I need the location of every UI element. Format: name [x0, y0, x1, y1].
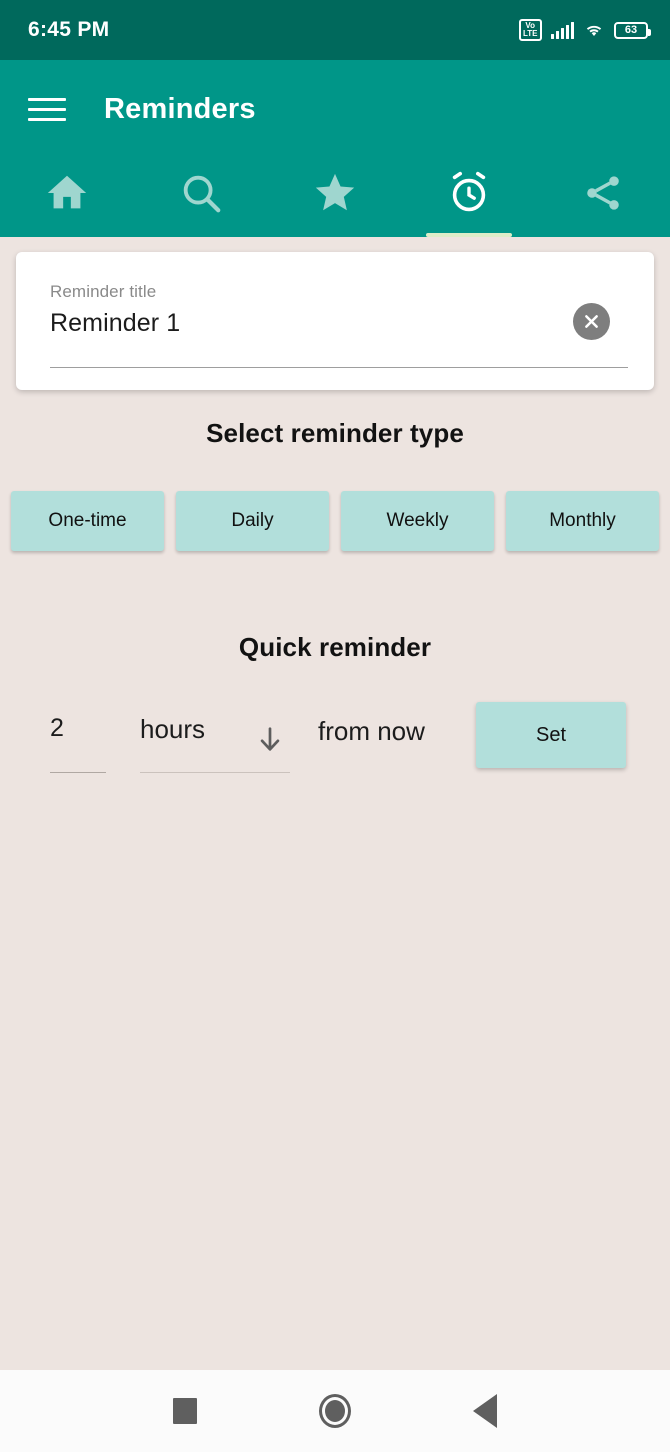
status-bar: 6:45 PM Vo LTE 63	[0, 0, 670, 60]
page-title: Reminders	[104, 92, 256, 125]
nav-back-button[interactable]	[410, 1370, 560, 1452]
close-circle-icon[interactable]	[573, 303, 610, 340]
nav-home-button[interactable]	[260, 1370, 410, 1452]
search-icon	[183, 175, 221, 213]
app-bar-top-row: Reminders	[0, 60, 670, 158]
quick-reminder-row: 2 hours from now Set	[0, 700, 670, 790]
reminder-title-input[interactable]: Reminder 1	[50, 309, 634, 338]
wifi-icon	[586, 25, 602, 36]
home-icon	[47, 175, 87, 209]
battery-level: 63	[624, 23, 638, 36]
tab-indicator	[426, 233, 512, 237]
quick-quantity-value[interactable]: 2	[50, 714, 110, 743]
triangle-back-icon	[473, 1394, 497, 1428]
quick-suffix-label: from now	[318, 716, 425, 746]
reminder-type-weekly[interactable]: Weekly	[341, 491, 494, 551]
reminder-type-monthly[interactable]: Monthly	[506, 491, 659, 551]
tab-share[interactable]	[536, 158, 670, 237]
tab-search[interactable]	[134, 158, 268, 237]
reminder-title-card-body: Reminder title Reminder 1	[16, 252, 654, 390]
reminder-title-underline	[50, 367, 628, 368]
signal-icon	[550, 21, 574, 39]
android-nav-bar	[0, 1370, 670, 1452]
square-recents-icon	[173, 1398, 197, 1424]
reminder-title-label: Reminder title	[50, 282, 157, 301]
quick-quantity-underline	[50, 772, 106, 773]
alarm-clock-icon	[452, 171, 486, 212]
tab-home[interactable]	[0, 158, 134, 237]
quick-set-button[interactable]: Set	[476, 702, 626, 768]
share-icon	[587, 176, 619, 210]
quick-unit-dropdown[interactable]: hours	[140, 714, 290, 773]
volte-icon: Vo LTE	[518, 19, 542, 41]
arrow-down-icon[interactable]	[253, 720, 287, 760]
quick-unit-underline	[140, 772, 290, 773]
app-bar: Reminders	[0, 60, 670, 237]
quick-reminder-heading: Quick reminder	[238, 632, 432, 662]
tab-favorites[interactable]	[268, 158, 402, 237]
volte-line2: LTE	[522, 29, 538, 38]
tab-bar	[0, 158, 670, 237]
reminder-type-daily[interactable]: Daily	[176, 491, 329, 551]
quick-quantity-field[interactable]: 2	[50, 714, 110, 773]
reminder-type-one-time[interactable]: One-time	[11, 491, 164, 551]
tab-reminders[interactable]	[402, 158, 536, 237]
circle-home-icon	[319, 1394, 351, 1428]
select-reminder-type-heading: Select reminder type	[206, 418, 464, 448]
close-icon	[585, 315, 598, 328]
star-icon	[315, 173, 355, 211]
battery-icon: 63	[614, 21, 651, 39]
status-icon-group: Vo LTE 63	[518, 19, 651, 41]
status-time: 6:45 PM	[28, 18, 110, 41]
reminder-title-card: Reminder title Reminder 1	[16, 252, 654, 390]
hamburger-menu-icon[interactable]	[28, 94, 68, 124]
reminder-type-button-group: One-time Daily Weekly Monthly	[11, 491, 659, 551]
nav-recents-button[interactable]	[110, 1370, 260, 1452]
phone-screen: 6:45 PM Vo LTE 63 Reminders Reminder tit…	[0, 0, 670, 1452]
